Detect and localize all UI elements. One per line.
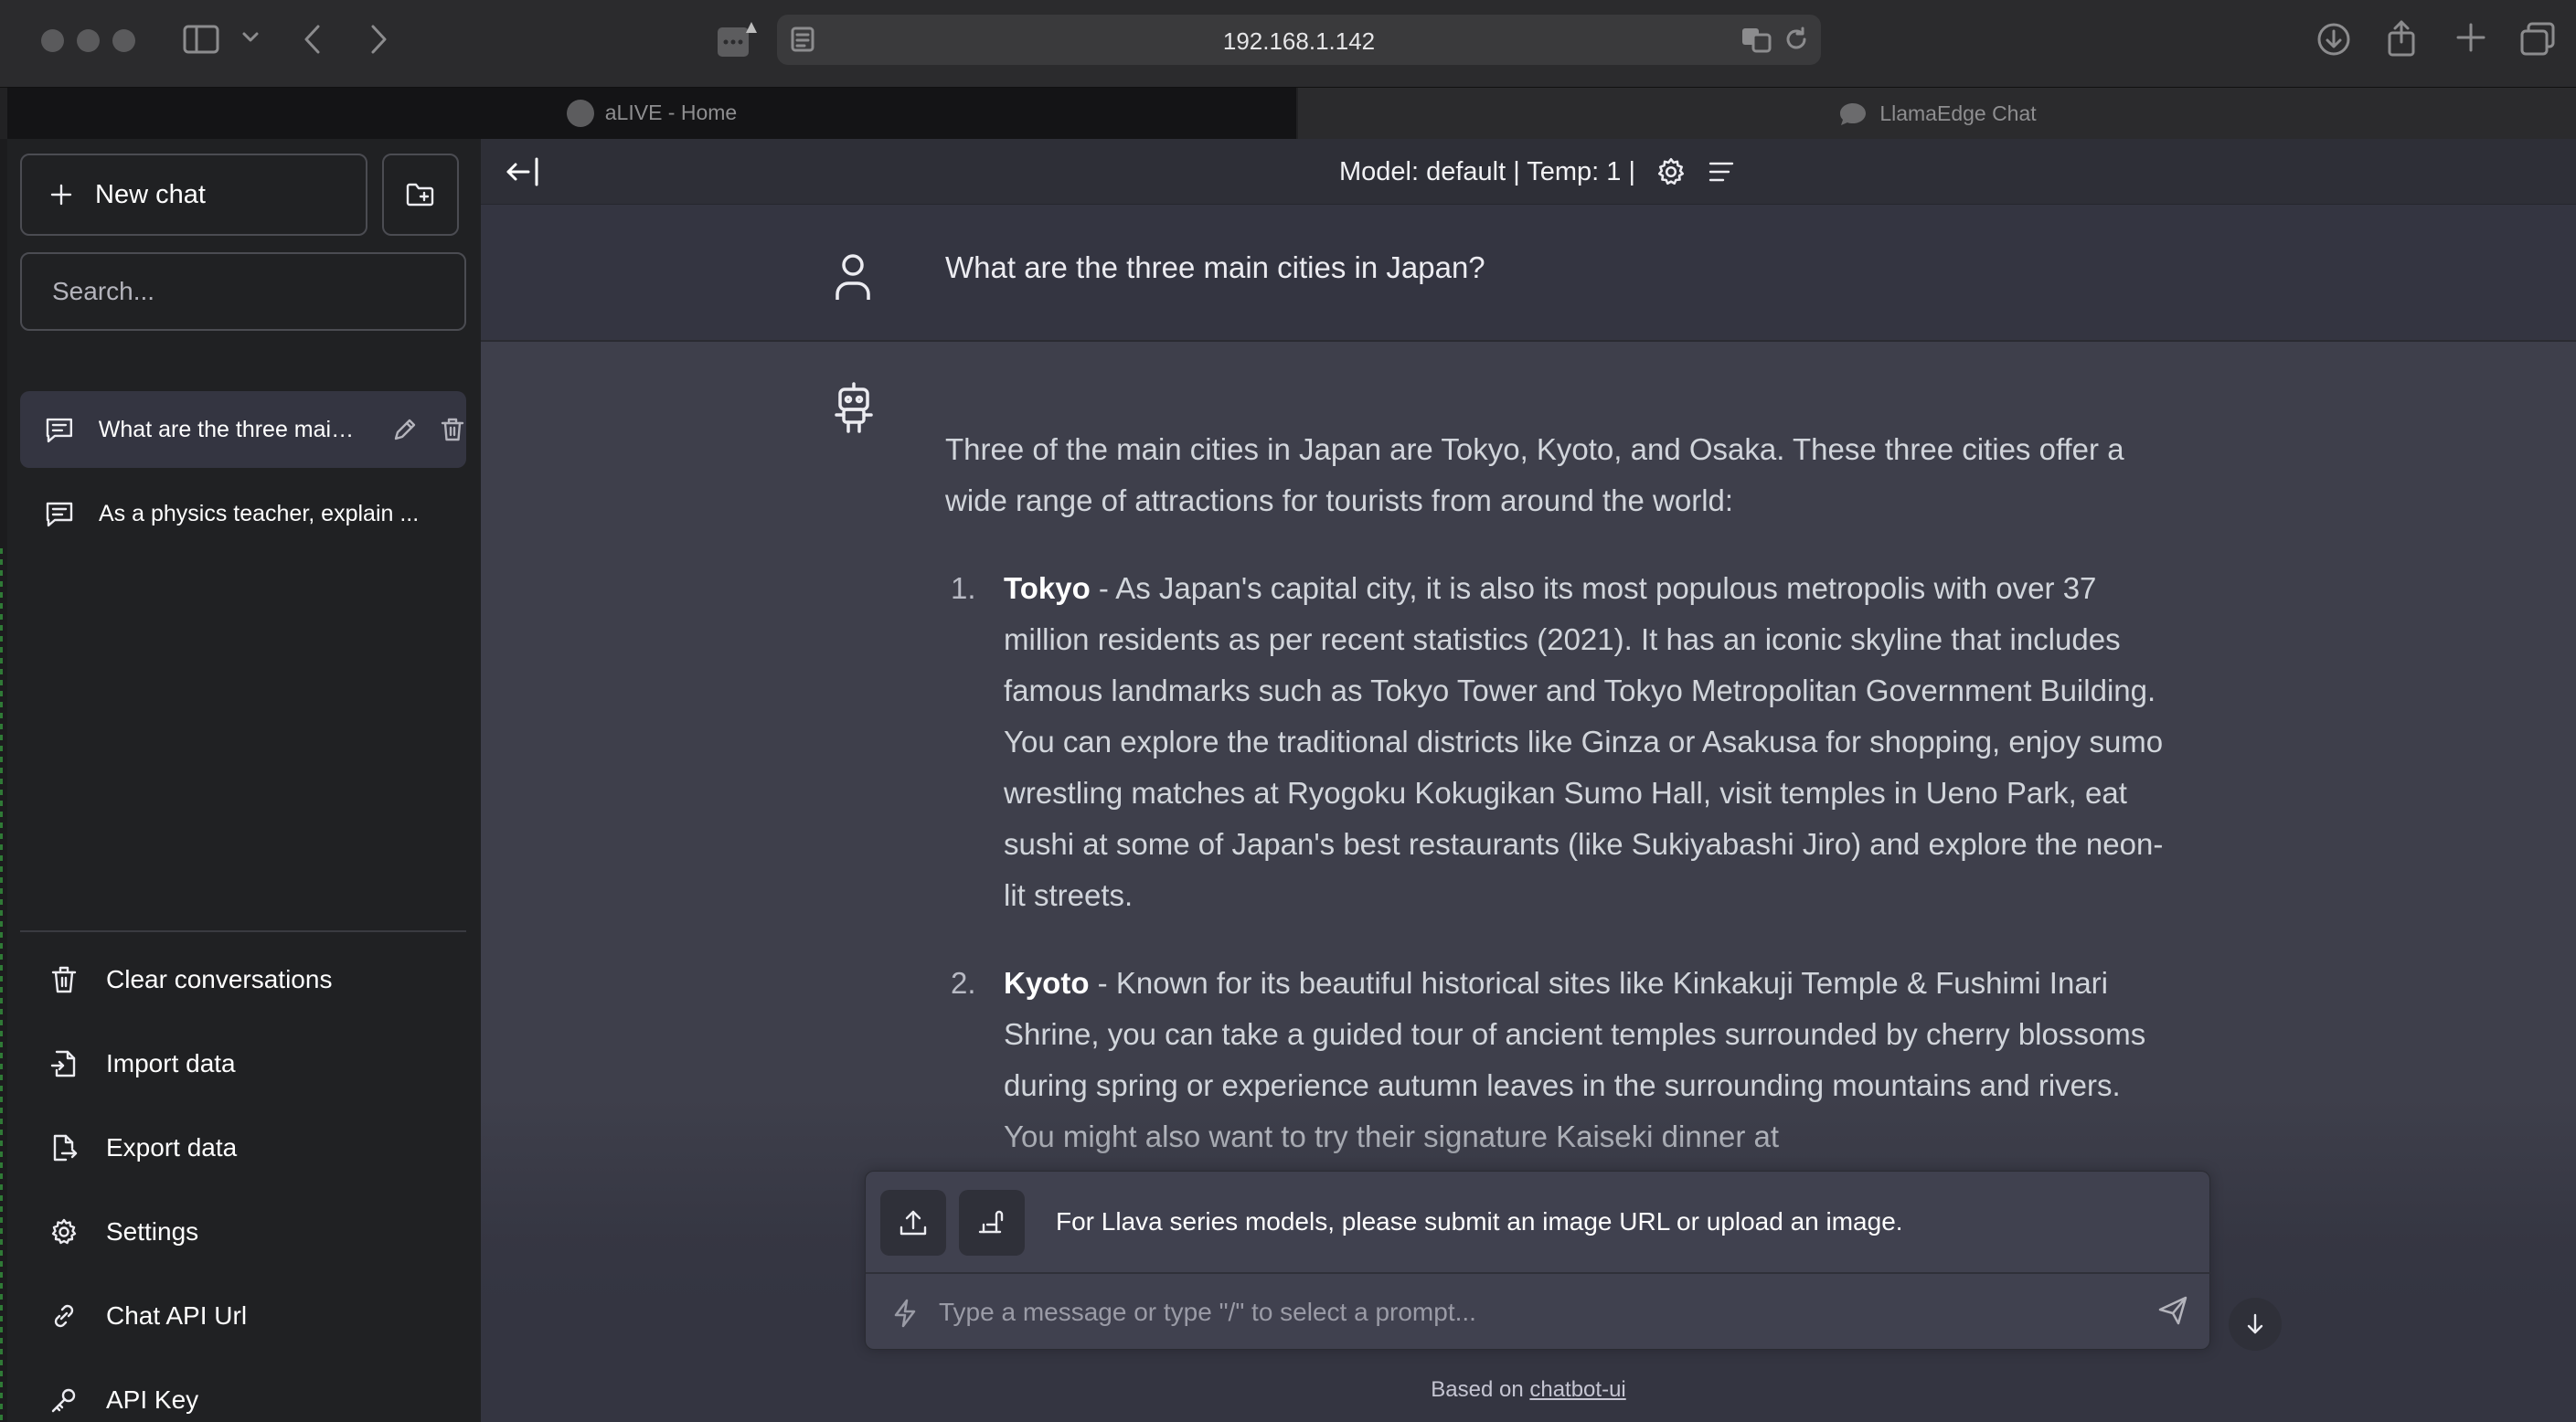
plus-icon: [50, 184, 72, 206]
user-message: What are the three main cities in Japan?: [481, 205, 2576, 342]
menu-label: Chat API Url: [106, 1301, 248, 1330]
menu-label: Clear conversations: [106, 965, 333, 993]
scroll-down-button[interactable]: [2229, 1298, 2282, 1351]
tab-llamaedge-chat[interactable]: LlamaEdge Chat: [1298, 88, 2576, 140]
message-icon: [46, 502, 73, 527]
tab-bar: aLIVE - Home LlamaEdge Chat: [0, 87, 2576, 140]
arrow-down-icon: [2247, 1313, 2263, 1334]
chat-header: Model: default | Temp: 1 |: [481, 139, 2576, 205]
user-message-text: What are the three main cities in Japan?: [945, 250, 1485, 284]
user-avatar-icon: [836, 254, 870, 300]
settings-icon[interactable]: [1655, 156, 1687, 187]
menu-label: Import data: [106, 1049, 236, 1077]
assistant-message-text: Three of the main cities in Japan are To…: [945, 424, 2170, 1199]
send-icon[interactable]: [2156, 1294, 2189, 1327]
sidebar-toggle-icon[interactable]: [183, 24, 219, 55]
zoom-window-button[interactable]: [112, 29, 135, 52]
import-data-button[interactable]: Import data: [20, 1029, 466, 1098]
conversation-title: What are the three main cities in Japan?: [98, 416, 362, 442]
tab-overview-icon[interactable]: [2519, 22, 2556, 57]
settings-icon: [51, 1218, 77, 1245]
image-link-icon: [978, 1210, 1004, 1234]
address-bar[interactable]: 192.168.1.142: [777, 15, 1821, 65]
prompt-bolt-icon[interactable]: [891, 1298, 919, 1329]
key-icon: [51, 1388, 76, 1413]
back-icon[interactable]: [302, 24, 324, 55]
menu-lines-icon[interactable]: [1707, 158, 1736, 186]
tab-alive-home[interactable]: aLIVE - Home: [7, 88, 1296, 140]
tab-label: aLIVE - Home: [604, 101, 738, 124]
menu-label: API Key: [106, 1385, 199, 1414]
download-icon[interactable]: [2316, 22, 2351, 57]
delete-trash-icon[interactable]: [439, 416, 466, 443]
window-edge-decoration: [0, 548, 3, 1422]
new-chat-label: New chat: [95, 179, 206, 209]
tab-label: LlamaEdge Chat: [1879, 101, 2037, 125]
chat-sidebar: New chat What are the three main cities …: [7, 139, 481, 1422]
close-window-button[interactable]: [41, 29, 64, 52]
chat-main: Model: default | Temp: 1 | What are the …: [481, 139, 2576, 1422]
chat-api-url-button[interactable]: Chat API Url: [20, 1281, 466, 1351]
edit-pencil-icon[interactable]: [391, 416, 419, 443]
translate-icon[interactable]: [1740, 26, 1773, 53]
robot-avatar-icon: [835, 382, 873, 433]
assistant-intro: Three of the main cities in Japan are To…: [945, 432, 2124, 517]
list-number: 1.: [951, 571, 976, 605]
list-item-title: Kyoto: [1004, 966, 1090, 1000]
upload-icon: [899, 1210, 927, 1236]
forward-icon[interactable]: [367, 24, 389, 55]
clear-conversations-button[interactable]: Clear conversations: [20, 945, 466, 1014]
model-temp-label: Model: default | Temp: 1 |: [1338, 156, 1636, 186]
folder-plus-icon: [406, 183, 434, 207]
new-folder-button[interactable]: [382, 154, 459, 236]
input-divider: [866, 1272, 2211, 1274]
list-number: 2.: [951, 966, 976, 1000]
message-input[interactable]: [939, 1287, 2127, 1338]
chatbot-ui-link[interactable]: chatbot-ui: [1529, 1377, 1625, 1402]
message-icon: [46, 418, 73, 443]
share-icon[interactable]: [2386, 20, 2417, 57]
assistant-list: 1. Tokyo - As Japan's capital city, it is…: [945, 563, 2170, 1162]
upload-image-button[interactable]: [880, 1190, 946, 1256]
list-item: 1. Tokyo - As Japan's capital city, it is…: [945, 563, 2170, 921]
conversation-title: As a physics teacher, explain ...: [99, 500, 420, 526]
menu-label: Export data: [106, 1133, 238, 1162]
new-tab-icon[interactable]: [2455, 22, 2486, 53]
list-item-text: - As Japan's capital city, it is also it…: [1004, 571, 2164, 912]
chat-bubble-icon: [1840, 102, 1867, 125]
conversation-item[interactable]: As a physics teacher, explain ...: [20, 475, 466, 552]
footer: Based on chatbot-ui: [481, 1377, 2576, 1403]
reload-icon[interactable]: [1783, 26, 1810, 53]
minimize-window-button[interactable]: [77, 29, 100, 52]
search-conversations-input[interactable]: [20, 252, 466, 331]
list-item-title: Tokyo: [1004, 571, 1091, 605]
export-data-button[interactable]: Export data: [20, 1113, 466, 1183]
api-key-button[interactable]: API Key: [20, 1365, 466, 1422]
chevron-down-icon[interactable]: [241, 31, 260, 44]
chat-input-panel: For Llava series models, please submit a…: [865, 1171, 2211, 1350]
footer-prefix: Based on: [1431, 1377, 1524, 1402]
new-chat-button[interactable]: New chat: [20, 154, 367, 236]
address-url: 192.168.1.142: [1222, 27, 1376, 55]
model-info-bar: Model: default | Temp: 1 |: [481, 156, 2576, 187]
browser-toolbar: 192.168.1.142: [0, 0, 2576, 87]
link-icon: [54, 1304, 74, 1328]
trash-icon: [51, 966, 77, 993]
settings-button[interactable]: Settings: [20, 1197, 466, 1267]
site-favicon-icon: [566, 99, 594, 127]
conversation-item[interactable]: What are the three main cities in Japan?: [20, 391, 466, 468]
image-url-button[interactable]: [959, 1190, 1025, 1256]
file-import-icon: [50, 1050, 76, 1077]
extension-icon[interactable]: [715, 20, 759, 60]
file-export-icon: [53, 1134, 78, 1162]
llava-note-text: For Llava series models, please submit a…: [1056, 1207, 1903, 1236]
menu-label: Settings: [106, 1217, 199, 1246]
sidebar-divider: [20, 930, 466, 932]
